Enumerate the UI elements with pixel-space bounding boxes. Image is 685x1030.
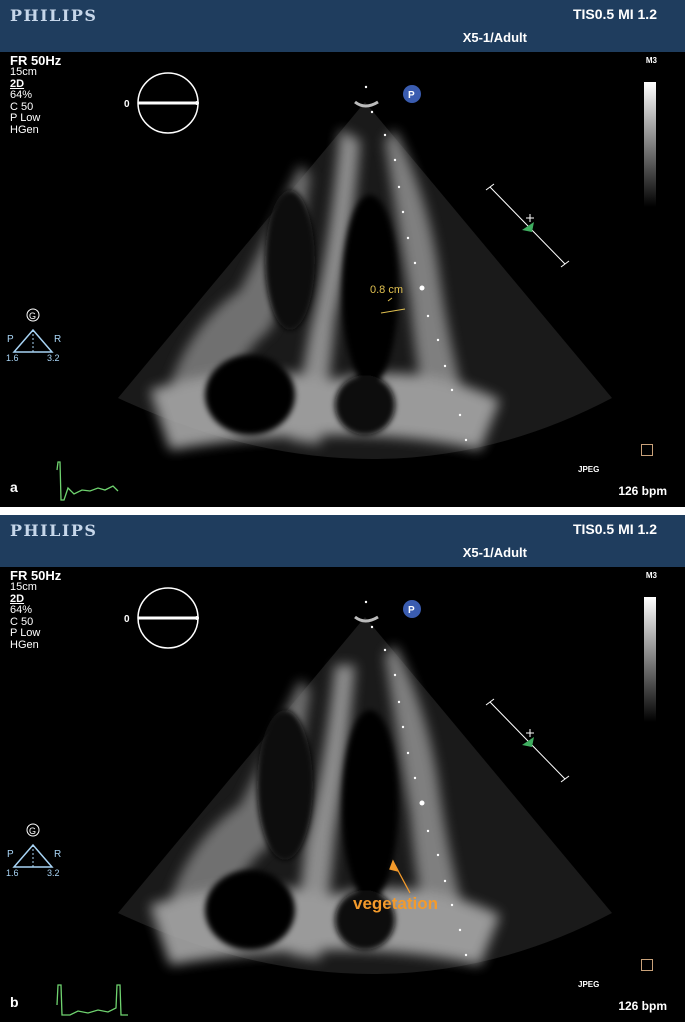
grayscale-bar bbox=[644, 597, 656, 722]
orient-p: P bbox=[7, 849, 14, 860]
echo-panel-b: PHILIPS TIS0.5 MI 1.2 X5-1/Adult M3 FR 5… bbox=[0, 515, 685, 1022]
chamber-la bbox=[205, 870, 295, 950]
jpeg-label: JPEG bbox=[578, 980, 600, 989]
panel-label: a bbox=[10, 479, 18, 495]
orient-left-value: 1.6 bbox=[6, 353, 19, 363]
chamber-lv bbox=[257, 710, 313, 860]
angle-indicator bbox=[137, 72, 199, 134]
chamber-la bbox=[205, 355, 295, 435]
record-square bbox=[641, 444, 653, 456]
jpeg-label: JPEG bbox=[578, 465, 600, 474]
focus-marker bbox=[522, 737, 534, 747]
heart-rate: 126 bpm bbox=[618, 484, 667, 498]
record-square bbox=[641, 959, 653, 971]
angle-indicator bbox=[137, 587, 199, 649]
vegetation-label: vegetation bbox=[353, 894, 439, 913]
panel-divider bbox=[0, 507, 685, 515]
marker-p: P bbox=[408, 90, 415, 101]
chamber-ra bbox=[335, 375, 395, 435]
orient-right-value: 3.2 bbox=[47, 868, 60, 878]
ecg-trace bbox=[56, 984, 128, 1016]
orient-g: G bbox=[29, 311, 36, 321]
orient-r: R bbox=[54, 334, 61, 345]
echo-panel-a: PHILIPS TIS0.5 MI 1.2 X5-1/Adult M3 FR 5… bbox=[0, 0, 685, 507]
heart-rate: 126 bpm bbox=[618, 999, 667, 1013]
measurement-label: 0.8 cm bbox=[370, 284, 404, 296]
chamber-lv bbox=[265, 190, 315, 330]
angle-value: 0 bbox=[124, 99, 130, 110]
ecg-trace bbox=[56, 461, 119, 501]
focus-marker bbox=[522, 222, 534, 232]
grayscale-bar bbox=[644, 82, 656, 207]
orient-g: G bbox=[29, 826, 36, 836]
orient-p: P bbox=[7, 334, 14, 345]
chamber-rv bbox=[342, 710, 398, 900]
ultrasound-image-a: 0 P G P R 1.6 3.2 bbox=[6, 72, 612, 501]
panel-label: b bbox=[10, 994, 19, 1010]
ultrasound-image-b: 0 P G P R 1.6 3.2 bbox=[6, 587, 612, 1016]
orient-right-value: 3.2 bbox=[47, 353, 60, 363]
scale-bar bbox=[485, 698, 570, 783]
angle-value: 0 bbox=[124, 614, 130, 625]
scale-bar bbox=[485, 183, 570, 268]
orient-left-value: 1.6 bbox=[6, 868, 19, 878]
marker-p: P bbox=[408, 605, 415, 616]
orient-r: R bbox=[54, 849, 61, 860]
